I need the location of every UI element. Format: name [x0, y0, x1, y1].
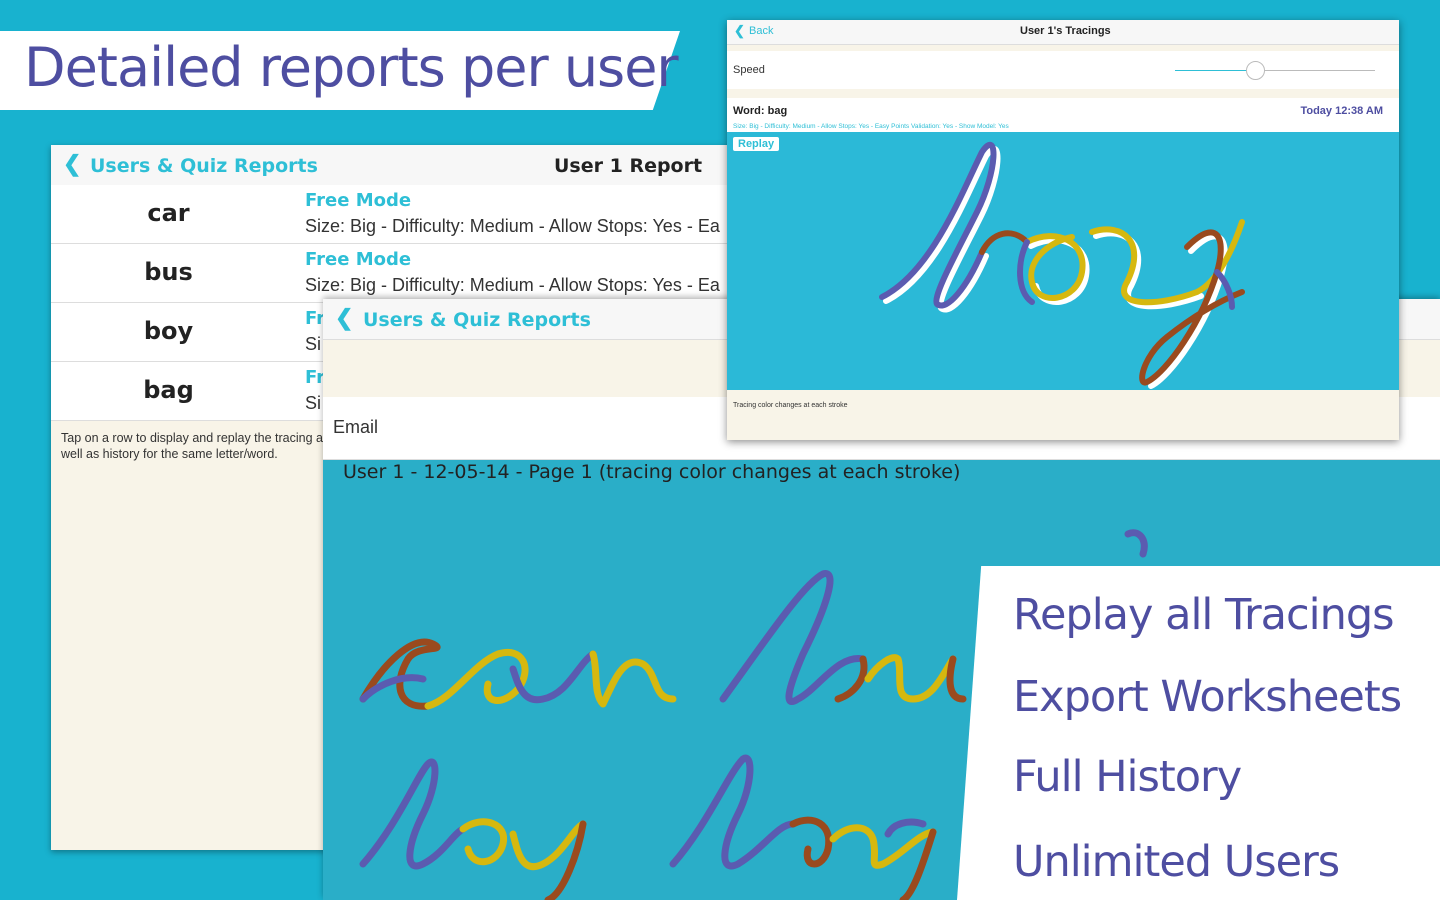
report-navbar: ❮ Users & Quiz Reports User 1 Report [51, 145, 751, 186]
worksheet-caption: User 1 - 12-05-14 - Page 1 (tracing colo… [343, 461, 961, 483]
back-to-users-button[interactable]: Users & Quiz Reports [90, 155, 318, 177]
row-word: boy [143, 317, 194, 345]
feature-item: Replay all Tracings [1013, 590, 1395, 640]
word-info: Word: bag Today 12:38 AM Size: Big - Dif… [727, 98, 1399, 132]
chevron-left-icon[interactable]: ❮ [335, 305, 353, 331]
tracings-title: User 1's Tracings [1020, 25, 1111, 37]
report-title: User 1 Report [554, 155, 703, 177]
report-row[interactable]: bus Free Mode Size: Big - Difficulty: Me… [51, 244, 751, 303]
features-panel: Replay all Tracings Export Worksheets Fu… [957, 566, 1440, 900]
tracings-navbar: ❮ Back User 1's Tracings [727, 20, 1399, 45]
row-detail: Size: Big - Difficulty: Medium - Allow S… [305, 216, 720, 236]
chevron-left-icon[interactable]: ❮ [63, 151, 81, 177]
row-word: car [147, 199, 190, 227]
headline-title: Detailed reports per user [24, 36, 679, 99]
tracings-panel: ❮ Back User 1's Tracings Speed Word: bag… [727, 20, 1399, 440]
speed-slider-fill [1175, 70, 1255, 71]
tracing-replay-canvas[interactable]: Replay [727, 132, 1399, 390]
row-detail: Size: Big - Difficulty: Medium - Allow S… [305, 275, 720, 295]
row-detail: Si [305, 334, 322, 354]
back-to-users-button[interactable]: Users & Quiz Reports [363, 309, 591, 331]
row-word: bag [143, 376, 194, 404]
speed-slider-knob[interactable] [1246, 61, 1265, 80]
row-detail: Si [305, 393, 322, 413]
speed-row: Speed [727, 51, 1399, 89]
row-mode: Free Mode [305, 190, 412, 211]
word-settings-detail: Size: Big - Difficulty: Medium - Allow S… [733, 123, 1009, 130]
email-button[interactable]: Email [333, 417, 378, 438]
back-button[interactable]: Back [749, 25, 773, 37]
report-help-text: Tap on a row to display and replay the t… [61, 431, 330, 461]
chevron-left-icon[interactable]: ❮ [734, 23, 745, 39]
word-label: Word: bag [733, 105, 788, 117]
feature-item: Unlimited Users [1013, 837, 1340, 887]
row-word: bus [144, 258, 193, 286]
report-row[interactable]: car Free Mode Size: Big - Difficulty: Me… [51, 185, 751, 244]
tracing-bag-drawing [879, 141, 1245, 389]
row-mode: Free Mode [305, 249, 412, 270]
speed-label: Speed [733, 64, 765, 76]
tracings-footer-note: Tracing color changes at each stroke [733, 402, 848, 409]
timestamp: Today 12:38 AM [1300, 105, 1383, 117]
feature-item: Export Worksheets [1013, 672, 1402, 722]
feature-item: Full History [1013, 752, 1242, 802]
